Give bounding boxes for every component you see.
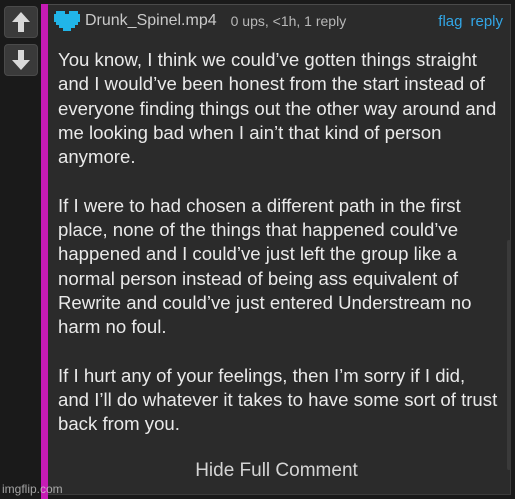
comment-meta: 0 ups, <1h, 1 reply	[230, 13, 347, 29]
comment-username[interactable]: Drunk_Spinel.mp4	[85, 12, 217, 30]
downvote-button[interactable]	[4, 44, 38, 76]
heart-icon[interactable]	[53, 9, 83, 33]
scrollbar[interactable]	[507, 240, 511, 470]
hide-full-comment-button[interactable]: Hide Full Comment	[48, 460, 505, 482]
comment-actions: flag reply	[438, 13, 503, 30]
comment-thread: Drunk_Spinel.mp4 0 ups, <1h, 1 reply fla…	[0, 0, 515, 499]
comment-paragraph: If I hurt any of your feelings, then I’m…	[58, 364, 498, 435]
comment-paragraph: If I were to had chosen a different path…	[58, 194, 472, 338]
vote-column	[4, 6, 38, 82]
panel-divider	[48, 4, 511, 5]
upvote-button[interactable]	[4, 6, 38, 38]
flag-link[interactable]: flag	[438, 13, 462, 30]
comment-paragraph: You know, I think we could’ve gotten thi…	[58, 49, 497, 168]
reply-link[interactable]: reply	[470, 13, 503, 30]
comment-header: Drunk_Spinel.mp4 0 ups, <1h, 1 reply	[53, 8, 346, 34]
watermark: imgflip.com	[2, 482, 63, 496]
comment-body: You know, I think we could’ve gotten thi…	[58, 48, 498, 437]
arrow-down-icon	[12, 50, 30, 70]
comment-accent-bar	[41, 4, 48, 499]
arrow-up-icon	[12, 12, 30, 32]
